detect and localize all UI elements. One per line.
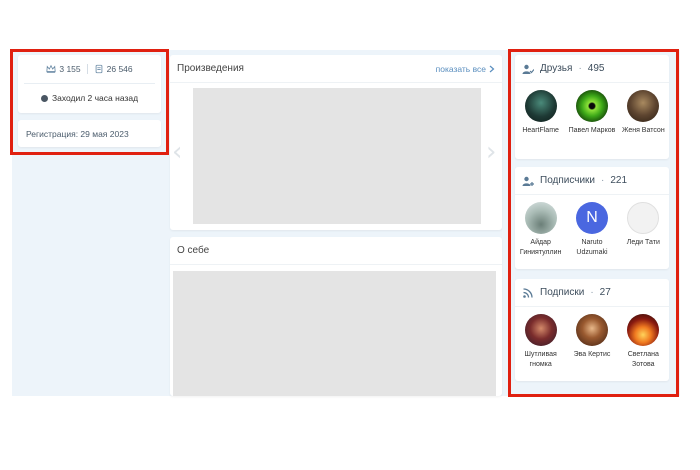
friends-label: Друзья xyxy=(540,63,573,74)
subscription-name[interactable]: Шутливая гномка xyxy=(517,350,565,370)
friend-item[interactable]: HeartFlame xyxy=(517,90,565,136)
friend-name[interactable]: Женя Ватсон xyxy=(622,126,665,136)
separator-dot: · xyxy=(578,63,582,74)
subscriber-name[interactable]: Айдар Гиниятуллин xyxy=(517,238,565,258)
avatar[interactable] xyxy=(575,314,608,346)
last-seen-status: Заходил 2 часа назад xyxy=(18,84,161,112)
about-header: О себе xyxy=(170,237,502,265)
separator-dot: · xyxy=(601,175,605,186)
show-all-link[interactable]: показать все xyxy=(436,64,495,74)
views-stat[interactable]: 26 546 xyxy=(86,64,139,74)
friend-name[interactable]: HeartFlame xyxy=(522,126,559,136)
avatar-initial: N xyxy=(586,209,598,226)
rss-icon xyxy=(523,287,533,298)
avatar[interactable] xyxy=(627,314,660,346)
subscriber-icon xyxy=(522,176,534,186)
subscriber-name[interactable]: Naruto Udzumaki xyxy=(568,238,616,258)
about-card: О себе xyxy=(170,237,502,396)
friends-list: HeartFlame Павел Марков Женя Ватсон xyxy=(515,83,669,136)
subscriptions-label: Подписки xyxy=(540,287,585,298)
subscriptions-count: 27 xyxy=(599,287,611,298)
avatar[interactable] xyxy=(627,90,660,122)
subscription-name[interactable]: Светлана Зотова xyxy=(619,350,667,370)
views-value: 26 546 xyxy=(106,64,133,74)
subscriber-name[interactable]: Леди Тати xyxy=(627,238,660,248)
friend-item[interactable]: Женя Ватсон xyxy=(619,90,667,136)
avatar[interactable] xyxy=(524,314,557,346)
chevron-right-icon xyxy=(489,65,495,72)
friend-item[interactable]: Павел Марков xyxy=(568,90,616,136)
avatar[interactable]: N xyxy=(575,202,608,234)
works-carousel-placeholder[interactable] xyxy=(193,88,481,224)
rating-value: 3 155 xyxy=(59,64,81,74)
carousel-next-icon[interactable]: › xyxy=(486,137,496,167)
author-stats-card: 3 155 26 546 Заходил 2 часа назад xyxy=(18,55,161,113)
subscriptions-card: Подписки · 27 Шутливая гномка Эва Кертис… xyxy=(515,279,669,381)
carousel-prev-icon[interactable]: ‹ xyxy=(172,137,182,167)
subscription-name[interactable]: Эва Кертис xyxy=(574,350,611,360)
subscribers-header[interactable]: Подписчики · 221 xyxy=(515,167,669,195)
avatar[interactable] xyxy=(627,202,660,234)
subscriptions-list: Шутливая гномка Эва Кертис Светлана Зото… xyxy=(515,307,669,370)
subscription-item[interactable]: Эва Кертис xyxy=(568,314,616,370)
registration-date: Регистрация: 29 мая 2023 xyxy=(26,128,129,139)
friends-count: 495 xyxy=(587,63,605,74)
subscribers-label: Подписчики xyxy=(540,175,596,186)
rating-stat[interactable]: 3 155 xyxy=(40,64,86,74)
avatar[interactable] xyxy=(524,90,557,122)
stats-row: 3 155 26 546 xyxy=(18,55,161,83)
friends-header[interactable]: Друзья · 495 xyxy=(515,55,669,83)
subscribers-card: Подписчики · 221 Айдар Гиниятуллин N Nar… xyxy=(515,167,669,269)
about-content-placeholder xyxy=(173,271,496,396)
subscribers-count: 221 xyxy=(610,175,628,186)
crown-icon xyxy=(46,64,56,73)
status-dot-icon xyxy=(40,94,48,102)
subscriptions-header[interactable]: Подписки · 27 xyxy=(515,279,669,307)
separator-dot: · xyxy=(590,287,594,298)
friend-name[interactable]: Павел Марков xyxy=(569,126,616,136)
works-header: Произведения показать все xyxy=(170,55,502,83)
subscription-item[interactable]: Шутливая гномка xyxy=(517,314,565,370)
subscriber-item[interactable]: Леди Тати xyxy=(619,202,667,258)
subscribers-list: Айдар Гиниятуллин N Naruto Udzumaki Леди… xyxy=(515,195,669,258)
avatar[interactable] xyxy=(524,202,557,234)
last-seen-text: Заходил 2 часа назад xyxy=(51,93,139,103)
subscriber-item[interactable]: Айдар Гиниятуллин xyxy=(517,202,565,258)
subscriber-item[interactable]: N Naruto Udzumaki xyxy=(568,202,616,258)
works-title: Произведения xyxy=(177,63,244,74)
works-card: Произведения показать все ‹ › xyxy=(170,55,502,230)
subscription-item[interactable]: Светлана Зотова xyxy=(619,314,667,370)
about-title: О себе xyxy=(177,245,210,256)
show-all-label: показать все xyxy=(435,63,486,74)
friends-icon xyxy=(522,64,534,74)
avatar[interactable] xyxy=(575,90,608,122)
book-icon xyxy=(95,64,102,74)
friends-card: Друзья · 495 HeartFlame Павел Марков Жен… xyxy=(515,55,669,159)
registration-card: Регистрация: 29 мая 2023 xyxy=(18,120,161,147)
